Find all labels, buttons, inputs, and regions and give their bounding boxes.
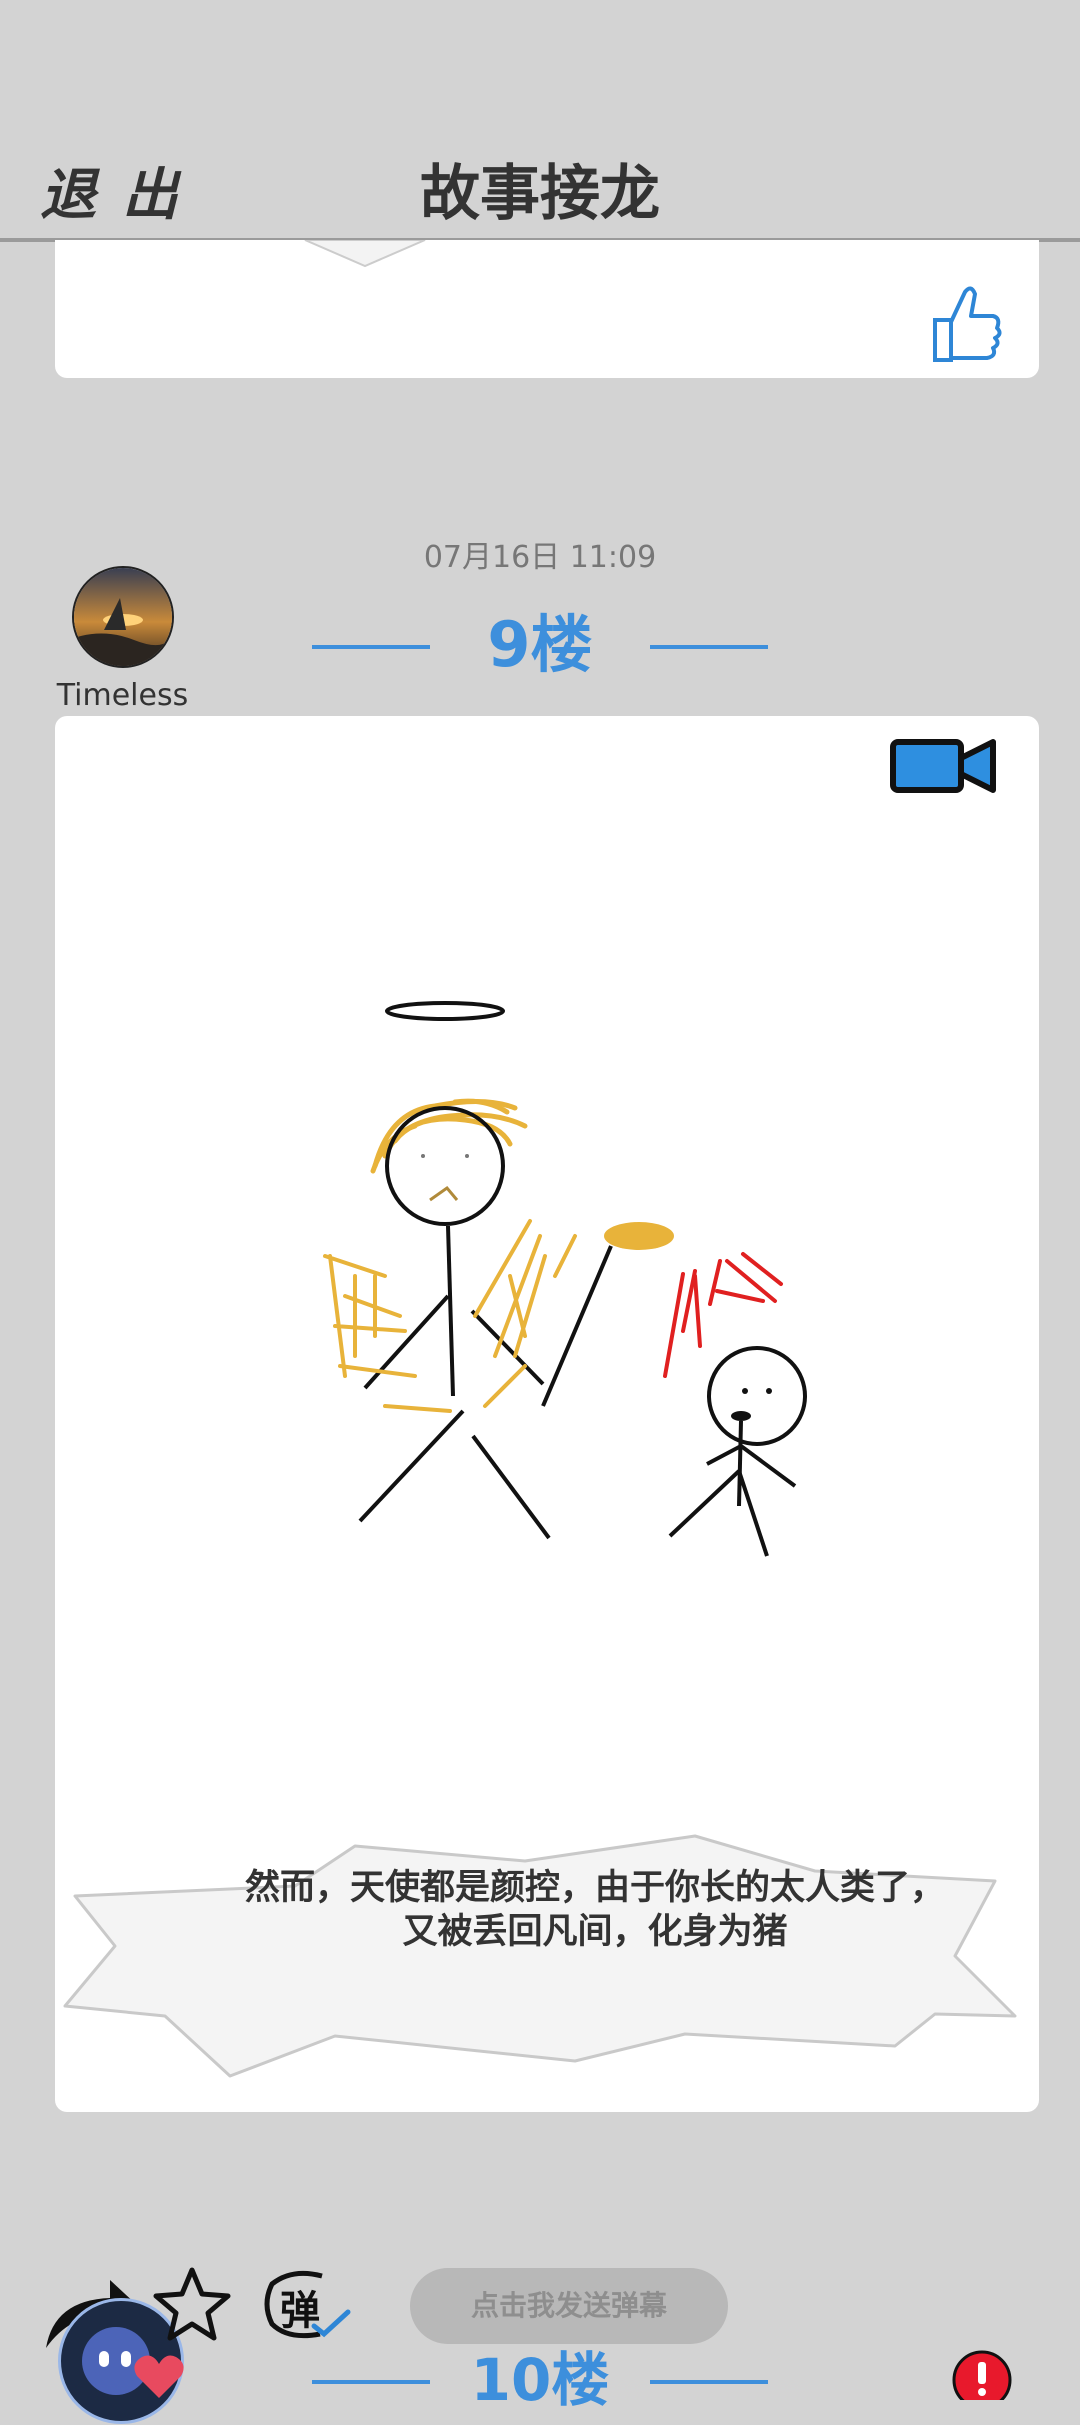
post-timestamp: 07月16日 11:09	[423, 540, 657, 575]
page-title: 故事接龙	[420, 159, 660, 229]
floor-line-left	[312, 2380, 430, 2384]
next-floor-number: 10楼	[470, 2346, 610, 2414]
floor-line-right	[650, 2380, 768, 2384]
author-name: Timeless	[56, 678, 189, 713]
caption-line-1: 然而，天使都是颜控，由于你长的太人类了，	[244, 1868, 945, 1908]
floor-line-right	[650, 645, 768, 649]
author-avatar[interactable]	[72, 566, 174, 668]
caption-line-2: 又被丢回凡间，化身为猪	[402, 1912, 788, 1952]
speech-bubble-tail	[304, 240, 426, 268]
star-icon[interactable]	[152, 2266, 232, 2342]
drawing-card: 然而，天使都是颜控，由于你长的太人类了， 又被丢回凡间，化身为猪	[55, 716, 1039, 2112]
send-danmaku-button[interactable]: 点击我发送弹幕	[410, 2268, 728, 2344]
alert-icon[interactable]	[952, 2350, 1012, 2400]
floor-number: 9楼	[487, 608, 593, 681]
previous-post-card	[55, 240, 1039, 378]
floor-line-left	[312, 645, 430, 649]
heart-icon[interactable]	[132, 2352, 186, 2400]
danmaku-toggle-icon[interactable]: 弹	[262, 2268, 354, 2340]
floor-indicator: 9楼	[310, 600, 770, 690]
danmaku-toggle-char: 弹	[280, 2288, 320, 2334]
next-floor-indicator: 10楼	[310, 2340, 770, 2420]
thumbs-up-icon[interactable]	[925, 282, 1005, 366]
